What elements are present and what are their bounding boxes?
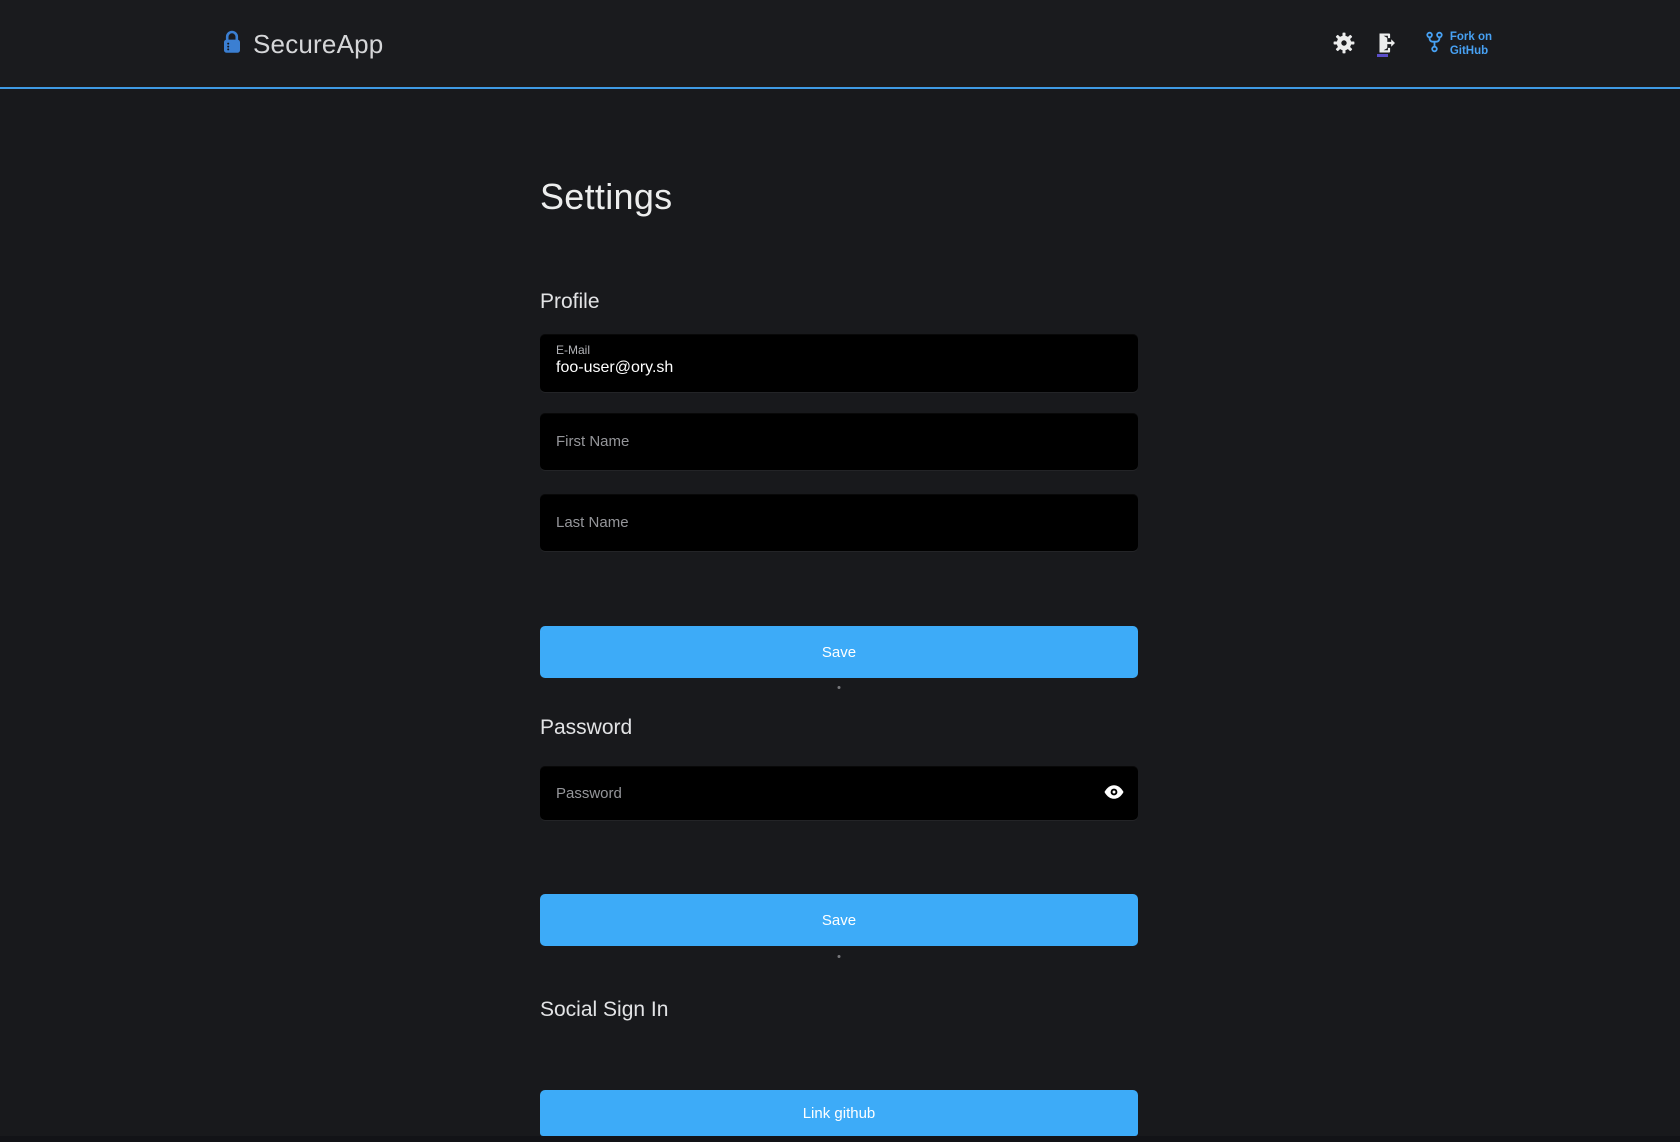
password-input[interactable] <box>540 766 1138 820</box>
toggle-password-visibility-button[interactable] <box>1103 782 1125 804</box>
lock-icon <box>222 30 242 60</box>
first-name-field[interactable] <box>540 413 1138 470</box>
social-sign-in-heading: Social Sign In <box>540 998 668 1022</box>
email-field[interactable]: E-Mail <box>540 334 1138 392</box>
link-github-button[interactable]: Link github <box>540 1090 1138 1136</box>
first-name-input[interactable] <box>540 413 1138 470</box>
header-actions: Fork on GitHub <box>1331 0 1492 89</box>
app-title: SecureApp <box>253 29 383 60</box>
cursor-dash <box>1377 54 1388 57</box>
password-field[interactable] <box>540 766 1138 820</box>
page-title: Settings <box>540 176 672 218</box>
separator-dot <box>838 955 841 958</box>
settings-page: Settings Profile E-Mail Save Password Sa… <box>540 0 1138 1142</box>
profile-heading: Profile <box>540 290 600 314</box>
separator-dot <box>838 686 841 689</box>
save-password-button[interactable]: Save <box>540 894 1138 946</box>
settings-button[interactable] <box>1331 32 1357 58</box>
brand: SecureApp <box>222 0 383 89</box>
fork-on-github-label: Fork on GitHub <box>1450 31 1492 59</box>
password-heading: Password <box>540 716 632 740</box>
fork-on-github-link[interactable]: Fork on GitHub <box>1425 31 1492 59</box>
last-name-input[interactable] <box>540 494 1138 551</box>
save-profile-button[interactable]: Save <box>540 626 1138 678</box>
gear-icon <box>1332 31 1356 58</box>
git-fork-icon <box>1425 31 1444 58</box>
email-label: E-Mail <box>556 343 1122 357</box>
email-input[interactable] <box>556 359 1122 377</box>
eye-icon <box>1103 781 1125 806</box>
last-name-field[interactable] <box>540 494 1138 551</box>
window-bottom-edge <box>0 1136 1680 1142</box>
